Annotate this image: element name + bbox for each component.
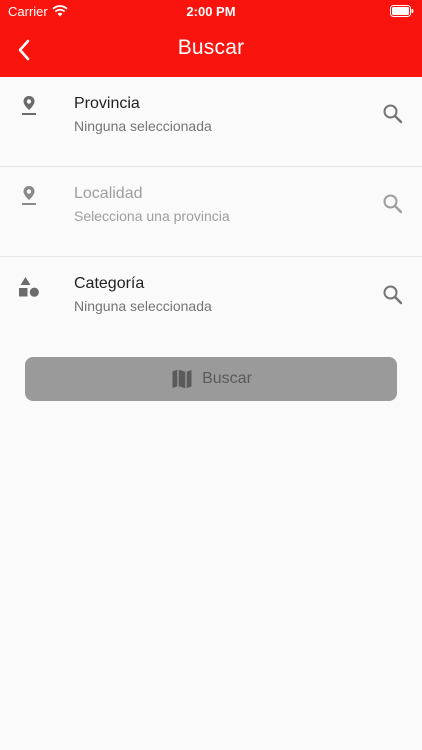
map-icon bbox=[172, 369, 192, 389]
row-title: Localidad bbox=[74, 185, 143, 202]
row-subtitle: Ninguna seleccionada bbox=[74, 298, 212, 314]
search-icon[interactable] bbox=[381, 192, 405, 216]
row-subtitle: Selecciona una provincia bbox=[74, 208, 230, 224]
row-title: Provincia bbox=[74, 95, 140, 112]
row-title: Categoría bbox=[74, 275, 145, 292]
status-bar: Carrier 2:00 PM bbox=[0, 0, 422, 22]
location-pin-icon bbox=[22, 186, 36, 205]
filter-list: Provincia Ninguna seleccionada Localidad… bbox=[0, 77, 422, 346]
search-icon[interactable] bbox=[381, 102, 405, 126]
row-provincia[interactable]: Provincia Ninguna seleccionada bbox=[0, 77, 422, 167]
row-categoria[interactable]: Categoría Ninguna seleccionada bbox=[0, 257, 422, 346]
status-time: 2:00 PM bbox=[186, 4, 236, 19]
battery-icon bbox=[390, 5, 414, 17]
search-button-label: Buscar bbox=[202, 370, 252, 387]
location-pin-icon bbox=[22, 96, 36, 115]
search-icon[interactable] bbox=[381, 283, 405, 307]
app-header: Carrier 2:00 PM Buscar bbox=[0, 0, 422, 77]
search-button[interactable]: Buscar bbox=[25, 357, 397, 401]
page-title: Buscar bbox=[177, 36, 245, 59]
category-shapes-icon bbox=[19, 277, 39, 297]
row-subtitle: Ninguna seleccionada bbox=[74, 118, 212, 134]
row-localidad[interactable]: Localidad Selecciona una provincia bbox=[0, 167, 422, 257]
